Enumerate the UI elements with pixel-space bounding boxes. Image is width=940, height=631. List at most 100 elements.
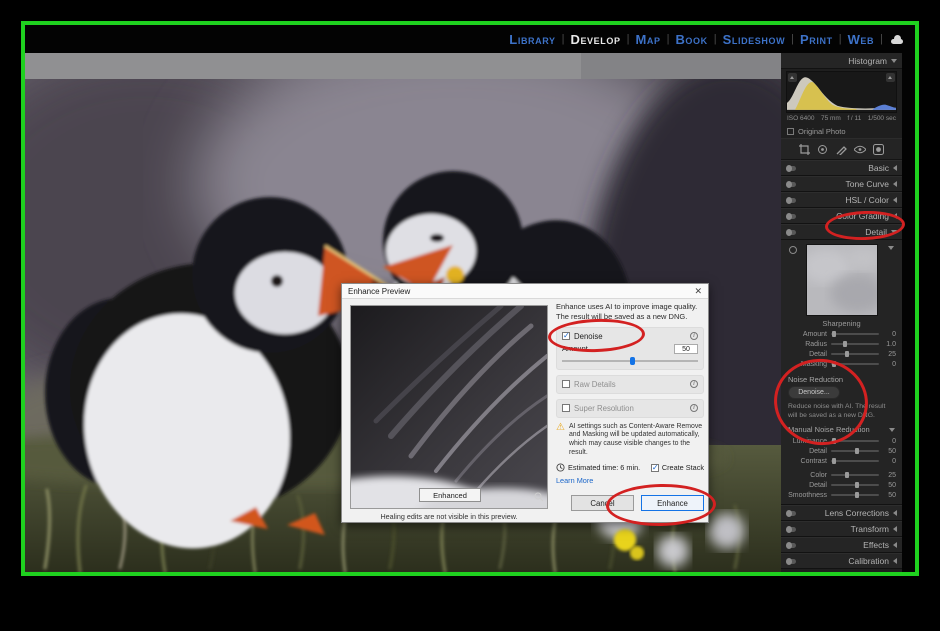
slider-track[interactable] bbox=[831, 460, 879, 462]
slider-amount[interactable]: Amount 0 bbox=[781, 329, 902, 339]
histogram[interactable] bbox=[786, 71, 897, 113]
panel-header-transform[interactable]: Transform bbox=[781, 521, 902, 537]
slider-track[interactable] bbox=[831, 474, 879, 476]
super-resolution-label: Super Resolution bbox=[574, 404, 634, 413]
masking-tool-icon[interactable] bbox=[872, 143, 885, 156]
panel-header-lens-corrections[interactable]: Lens Corrections bbox=[781, 505, 902, 521]
slider-track[interactable] bbox=[831, 450, 879, 452]
close-icon[interactable]: ✕ bbox=[694, 287, 702, 296]
shadow-clipping-icon[interactable] bbox=[788, 73, 797, 82]
red-eye-tool-icon[interactable] bbox=[854, 143, 867, 156]
slider-track[interactable] bbox=[831, 353, 879, 355]
slider-track[interactable] bbox=[831, 494, 879, 496]
nav-book[interactable]: Book bbox=[670, 32, 712, 47]
slider-value: 50 bbox=[883, 448, 896, 455]
histogram-header[interactable]: Histogram bbox=[781, 53, 902, 69]
enhanced-toggle-button[interactable]: Enhanced bbox=[419, 488, 481, 502]
slider-thumb[interactable] bbox=[832, 331, 836, 337]
slider-track[interactable] bbox=[831, 363, 879, 365]
info-icon[interactable]: i bbox=[690, 380, 698, 388]
nav-library[interactable]: Library bbox=[504, 32, 560, 47]
slider-track[interactable] bbox=[831, 440, 879, 442]
slider-thumb[interactable] bbox=[843, 341, 847, 347]
panel-header-color-grading[interactable]: Color Grading bbox=[781, 208, 902, 224]
slider-thumb[interactable] bbox=[855, 448, 859, 454]
panel-switch-icon[interactable] bbox=[786, 182, 796, 187]
denoise-group: Denoise i Amount 50 bbox=[556, 327, 704, 370]
chevron-down-icon bbox=[888, 246, 894, 250]
panel-switch-icon[interactable] bbox=[786, 198, 796, 203]
denoise-checkbox[interactable] bbox=[562, 332, 570, 340]
panel-switch-icon[interactable] bbox=[786, 543, 796, 548]
nav-map[interactable]: Map bbox=[630, 32, 665, 47]
effects-label: Effects bbox=[863, 540, 889, 550]
detail-preview[interactable] bbox=[806, 244, 878, 316]
slider-masking[interactable]: Masking 0 bbox=[781, 359, 902, 369]
slider-thumb[interactable] bbox=[832, 361, 836, 367]
panel-switch-icon[interactable] bbox=[786, 511, 796, 516]
manual-nr-header[interactable]: Manual Noise Reduction bbox=[781, 423, 902, 436]
slider-thumb[interactable] bbox=[845, 472, 849, 478]
slider-nr-detail[interactable]: Detail 50 bbox=[781, 446, 902, 456]
denoise-button[interactable]: Denoise... bbox=[788, 386, 840, 399]
panel-switch-icon[interactable] bbox=[786, 230, 796, 235]
slider-luminance[interactable]: Luminance 0 bbox=[781, 436, 902, 446]
learn-more-link[interactable]: Learn More bbox=[556, 476, 593, 485]
super-resolution-checkbox[interactable] bbox=[562, 404, 570, 412]
nav-web[interactable]: Web bbox=[843, 32, 880, 47]
highlight-clipping-icon[interactable] bbox=[886, 73, 895, 82]
zoom-magnifier-icon[interactable] bbox=[534, 492, 544, 504]
slider-label: Luminance bbox=[787, 438, 827, 445]
dialog-options: Enhance uses AI to improve image quality… bbox=[556, 302, 704, 511]
panel-header-tone-curve[interactable]: Tone Curve bbox=[781, 176, 902, 192]
slider-thumb[interactable] bbox=[855, 482, 859, 488]
cloud-sync-icon[interactable] bbox=[889, 34, 905, 44]
slider-track[interactable] bbox=[831, 333, 879, 335]
nav-slideshow[interactable]: Slideshow bbox=[718, 32, 791, 47]
slider-track[interactable] bbox=[831, 484, 879, 486]
slider-contrast[interactable]: Contrast 0 bbox=[781, 456, 902, 466]
create-stack-checkbox[interactable] bbox=[651, 464, 659, 472]
slider-color[interactable]: Color 25 bbox=[781, 470, 902, 480]
enhance-button[interactable]: Enhance bbox=[641, 495, 704, 511]
transform-label: Transform bbox=[851, 524, 889, 534]
raw-details-checkbox[interactable] bbox=[562, 380, 570, 388]
panel-switch-icon[interactable] bbox=[786, 166, 796, 171]
slider-thumb[interactable] bbox=[855, 492, 859, 498]
enhance-preview-image[interactable]: Enhanced bbox=[350, 305, 548, 509]
slider-thumb[interactable] bbox=[832, 438, 836, 444]
panel-header-calibration[interactable]: Calibration bbox=[781, 553, 902, 569]
basic-label: Basic bbox=[868, 163, 889, 173]
panel-header-effects[interactable]: Effects bbox=[781, 537, 902, 553]
amount-slider[interactable] bbox=[562, 357, 698, 365]
nav-print[interactable]: Print bbox=[795, 32, 838, 47]
panel-switch-icon[interactable] bbox=[786, 559, 796, 564]
slider-detail[interactable]: Detail 25 bbox=[781, 349, 902, 359]
nav-develop[interactable]: Develop bbox=[565, 32, 625, 47]
slider-radius[interactable]: Radius 1.0 bbox=[781, 339, 902, 349]
chevron-left-icon bbox=[893, 181, 897, 187]
info-icon[interactable]: i bbox=[690, 404, 698, 412]
panel-header-basic[interactable]: Basic bbox=[781, 160, 902, 176]
slider-thumb[interactable] bbox=[832, 458, 836, 464]
panel-switch-icon[interactable] bbox=[786, 214, 796, 219]
brush-tool-icon[interactable] bbox=[835, 143, 848, 156]
slider-track[interactable] bbox=[831, 343, 879, 345]
amount-input[interactable]: 50 bbox=[674, 344, 698, 354]
detail-target-icon[interactable] bbox=[789, 246, 797, 254]
manual-nr-title: Manual Noise Reduction bbox=[788, 425, 870, 434]
panel-switch-icon[interactable] bbox=[786, 527, 796, 532]
color-grading-label: Color Grading bbox=[836, 211, 889, 221]
original-photo-row[interactable]: Original Photo bbox=[781, 125, 902, 138]
histogram-graph bbox=[787, 72, 896, 112]
slider-thumb[interactable] bbox=[845, 351, 849, 357]
slider-color-detail[interactable]: Detail 50 bbox=[781, 480, 902, 490]
slider-smoothness[interactable]: Smoothness 50 bbox=[781, 490, 902, 500]
healing-tool-icon[interactable] bbox=[816, 143, 829, 156]
cancel-button[interactable]: Cancel bbox=[571, 495, 634, 511]
panel-header-hsl[interactable]: HSL / Color bbox=[781, 192, 902, 208]
slider-thumb[interactable] bbox=[630, 357, 635, 365]
crop-tool-icon[interactable] bbox=[798, 143, 811, 156]
info-icon[interactable]: i bbox=[690, 332, 698, 340]
panel-header-detail[interactable]: Detail bbox=[781, 224, 902, 240]
